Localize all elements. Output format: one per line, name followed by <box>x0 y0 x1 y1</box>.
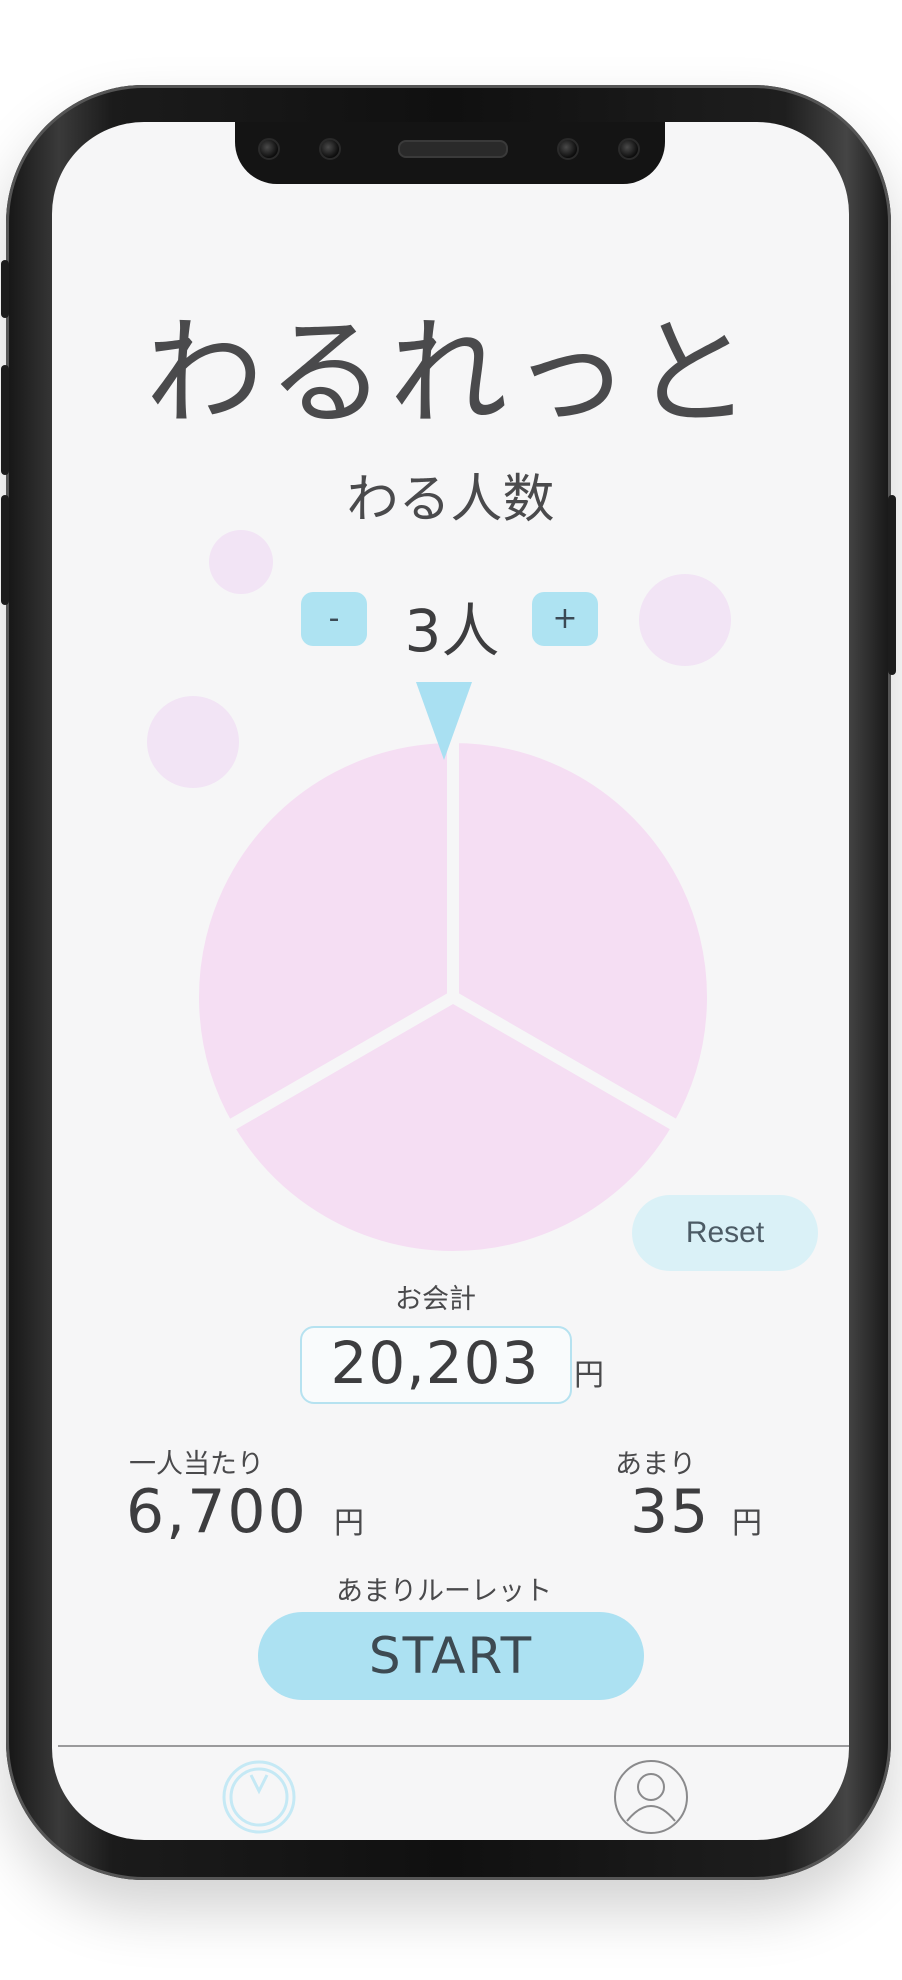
front-camera <box>258 138 280 160</box>
mute-switch <box>1 260 9 318</box>
app-screen: わるれっと わる人数 - 3人 + Reset お会計 20,203 円 一人当… <box>52 122 849 1840</box>
people-count-value: 3人 <box>404 597 500 665</box>
sensor <box>319 138 341 160</box>
per-person-amount: 6,700 <box>126 1477 308 1547</box>
bill-label: お会計 <box>395 1284 476 1315</box>
roulette-slices <box>188 730 718 1252</box>
bill-amount: 20,203 <box>330 1329 540 1397</box>
proximity-sensor <box>557 138 579 160</box>
remainder-roulette-caption: あまりルーレット <box>336 1576 552 1607</box>
roulette-wheel[interactable] <box>188 682 718 1252</box>
remainder-unit: 円 <box>732 1506 762 1541</box>
per-person-label: 一人当たり <box>129 1449 264 1480</box>
volume-down-button <box>1 495 9 605</box>
per-person-unit: 円 <box>334 1506 364 1541</box>
start-roulette-button[interactable]: START <box>258 1612 644 1700</box>
profile-tab-icon[interactable] <box>611 1757 691 1837</box>
notch <box>235 122 665 184</box>
decor-bubble <box>209 530 273 594</box>
remainder-label: あまり <box>615 1449 696 1480</box>
power-button <box>888 495 896 675</box>
tabbar-divider <box>58 1745 849 1747</box>
people-count-heading: わる人数 <box>346 470 555 530</box>
earpiece-speaker <box>398 140 508 158</box>
volume-up-button <box>1 365 9 475</box>
decor-bubble <box>639 574 731 666</box>
bill-unit: 円 <box>574 1358 604 1393</box>
remainder-amount: 35 <box>630 1477 711 1547</box>
app-title: わるれっと <box>145 304 756 442</box>
reset-button[interactable]: Reset <box>632 1195 818 1271</box>
roulette-tab-icon[interactable] <box>219 1757 299 1837</box>
increase-people-button[interactable]: + <box>532 592 598 646</box>
ambient-sensor <box>618 138 640 160</box>
